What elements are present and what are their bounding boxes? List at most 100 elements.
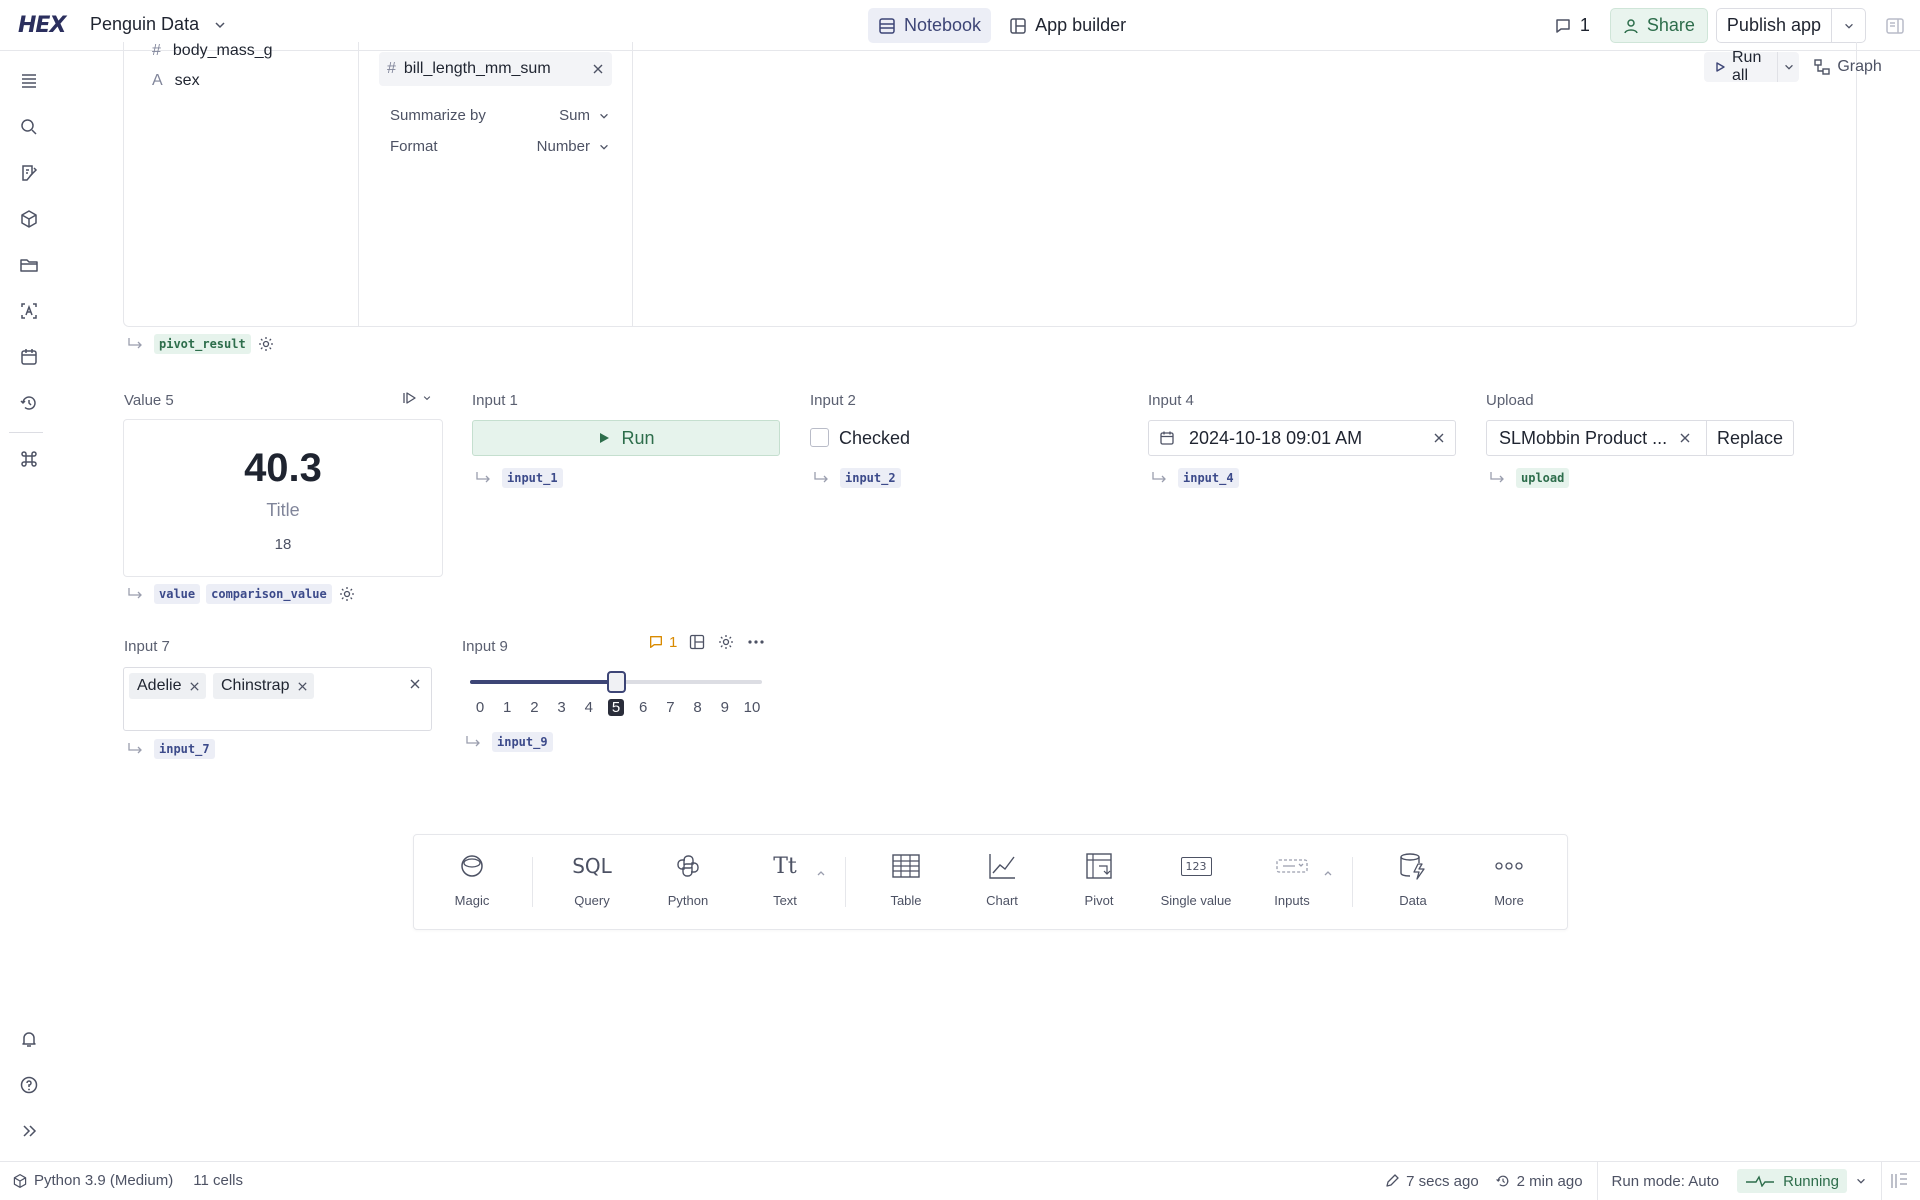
run-all-button[interactable]: Run all — [1704, 49, 1800, 84]
cell-comments-button[interactable]: 1 — [648, 634, 677, 651]
publish-dropdown[interactable] — [1831, 9, 1865, 42]
uploaded-file[interactable]: SLMobbin Product ... — [1487, 421, 1706, 455]
output-variable[interactable]: value — [154, 584, 201, 604]
tab-notebook[interactable]: Notebook — [868, 8, 992, 43]
output-variable[interactable]: input_2 — [840, 468, 901, 488]
clear-icon[interactable] — [1433, 432, 1445, 444]
remove-file-icon[interactable] — [1679, 432, 1691, 444]
schedule-icon[interactable] — [19, 347, 39, 367]
output-variable[interactable]: input_1 — [502, 468, 563, 488]
summarize-by-select[interactable]: Sum — [559, 107, 610, 124]
tab-app-builder[interactable]: App builder — [999, 8, 1136, 43]
project-switcher[interactable]: Penguin Data — [90, 14, 227, 35]
output-variable[interactable]: upload — [1516, 468, 1570, 488]
replace-button[interactable]: Replace — [1705, 421, 1793, 455]
slider-thumb[interactable] — [607, 671, 626, 693]
variables-icon[interactable] — [19, 163, 39, 183]
run-mode[interactable]: Run mode: Auto — [1604, 1173, 1728, 1190]
share-label: Share — [1646, 15, 1695, 35]
slider-tick-label[interactable]: 5 — [608, 699, 624, 716]
slider-tick-label[interactable]: 1 — [497, 699, 517, 716]
components-icon[interactable] — [19, 209, 39, 229]
add-python-cell[interactable]: Python — [640, 849, 736, 908]
add-inputs-cell[interactable]: Inputs — [1244, 849, 1340, 908]
checkbox-label[interactable]: Checked — [839, 428, 910, 449]
history-icon[interactable] — [19, 393, 39, 413]
slider-tick-label[interactable]: 7 — [660, 699, 680, 716]
close-icon[interactable] — [592, 63, 604, 75]
file-upload: SLMobbin Product ... Replace — [1486, 420, 1794, 456]
graph-button[interactable]: Graph — [1813, 58, 1882, 76]
command-icon[interactable] — [19, 449, 39, 469]
remove-chip-icon[interactable] — [189, 681, 200, 692]
output-variable[interactable]: input_4 — [1178, 468, 1239, 488]
field-item[interactable]: A sex — [152, 72, 200, 90]
comment-icon — [1554, 17, 1572, 35]
run-history[interactable]: 2 min ago — [1487, 1173, 1591, 1190]
gear-icon[interactable] — [338, 585, 356, 603]
data-browser-icon[interactable] — [19, 301, 39, 321]
slider-track[interactable] — [470, 671, 762, 693]
date-input[interactable]: 2024-10-18 09:01 AM — [1148, 420, 1456, 456]
output-variable[interactable]: pivot_result — [154, 334, 251, 354]
more-icon[interactable] — [747, 639, 765, 645]
run-all-dropdown[interactable] — [1777, 52, 1799, 82]
running-dropdown[interactable] — [1847, 1175, 1875, 1187]
running-status[interactable]: Running — [1737, 1169, 1847, 1193]
run-all-main[interactable]: Run all — [1704, 49, 1777, 84]
files-icon[interactable] — [19, 255, 39, 275]
sidebar-toggle-icon[interactable] — [1880, 16, 1910, 36]
layout-icon[interactable] — [689, 634, 705, 650]
slider-tick-label[interactable]: 10 — [742, 699, 762, 716]
output-variable[interactable]: input_9 — [492, 732, 553, 752]
last-run-time: 2 min ago — [1516, 1172, 1583, 1190]
run-button[interactable]: Run — [472, 420, 780, 456]
hex-logo[interactable]: HEX — [18, 13, 66, 38]
keyboard-shortcuts-icon[interactable] — [1888, 1172, 1920, 1190]
run-cell-button[interactable] — [402, 390, 432, 406]
gear-icon[interactable] — [257, 335, 275, 353]
help-icon[interactable] — [19, 1075, 39, 1095]
output-variable[interactable]: comparison_value — [206, 584, 332, 604]
slider-tick-label[interactable]: 6 — [633, 699, 653, 716]
format-select[interactable]: Number — [537, 138, 610, 155]
notifications-icon[interactable] — [19, 1029, 39, 1049]
pivot-output-row: pivot_result — [126, 334, 275, 354]
multiselect-input[interactable]: Adelie Chinstrap — [123, 667, 432, 731]
clear-all-icon[interactable] — [409, 678, 421, 690]
slider-tick-label[interactable]: 9 — [715, 699, 735, 716]
add-text-cell[interactable]: Tt Text — [737, 849, 833, 909]
field-item[interactable]: # body_mass_g — [152, 42, 273, 60]
slider-tick-label[interactable]: 8 — [688, 699, 708, 716]
add-table-cell[interactable]: Table — [858, 849, 954, 908]
cell-label: Input 7 — [124, 638, 170, 655]
pivot-value-chip[interactable]: # bill_length_mm_sum — [379, 52, 612, 86]
kernel-status[interactable]: Python 3.9 (Medium) — [12, 1172, 173, 1189]
outline-icon[interactable] — [19, 71, 39, 91]
remove-chip-icon[interactable] — [297, 681, 308, 692]
slider-tick-label[interactable]: 4 — [579, 699, 599, 716]
slider-tick-label[interactable]: 3 — [552, 699, 572, 716]
publish-label[interactable]: Publish app — [1717, 9, 1831, 42]
comment-count: 1 — [1579, 15, 1590, 35]
slider-tick-label[interactable]: 2 — [524, 699, 544, 716]
chevron-up-icon[interactable] — [816, 869, 826, 877]
chevron-up-icon[interactable] — [1323, 869, 1333, 877]
output-variable[interactable]: input_7 — [154, 739, 215, 759]
slider-tick-label[interactable]: 0 — [470, 699, 490, 716]
add-chart-cell[interactable]: Chart — [954, 849, 1050, 908]
search-icon[interactable] — [19, 117, 39, 137]
gear-icon[interactable] — [717, 633, 735, 651]
single-value-glyph: 123 — [1180, 856, 1212, 876]
add-magic-cell[interactable]: Magic — [424, 849, 520, 908]
publish-app-button[interactable]: Publish app — [1715, 8, 1866, 43]
add-single-value-cell[interactable]: 123 Single value — [1148, 849, 1244, 908]
checkbox[interactable] — [810, 428, 829, 447]
share-button[interactable]: Share — [1609, 8, 1708, 43]
add-more-cell[interactable]: More — [1461, 849, 1557, 908]
add-pivot-cell[interactable]: Pivot — [1051, 849, 1147, 908]
expand-icon[interactable] — [19, 1121, 39, 1141]
comments-button[interactable]: 1 — [1554, 15, 1590, 36]
add-data-cell[interactable]: Data — [1365, 849, 1461, 908]
add-query-cell[interactable]: SQL Query — [544, 849, 640, 908]
